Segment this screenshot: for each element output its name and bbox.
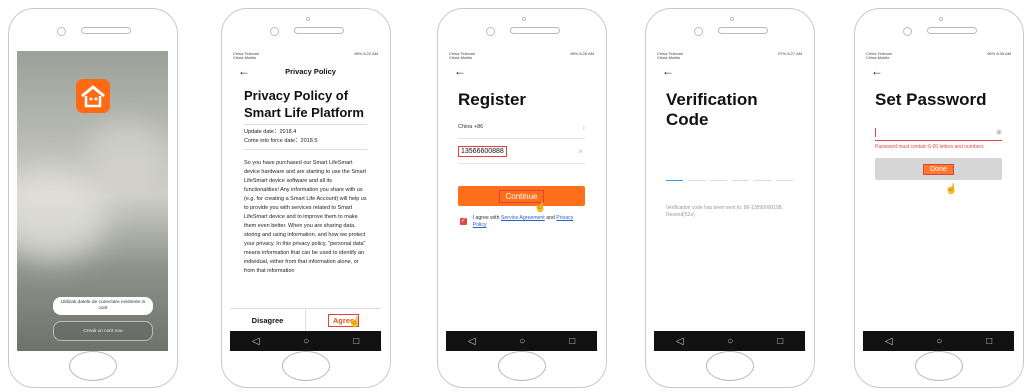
app-logo-icon: [76, 79, 110, 113]
phone-frame-3: China Telecom China Mobile 98% 8:26 AM ← …: [437, 8, 607, 388]
nav-bar: ◁ ○ □: [230, 331, 381, 351]
camera: [486, 27, 495, 36]
screen-verification: China Telecom China Mobile 97% 8:27 AM ← …: [654, 51, 805, 351]
nav-home-icon[interactable]: ○: [727, 336, 733, 347]
nav-recent-icon[interactable]: □: [777, 336, 783, 347]
password-error: Password must contain 6-20 letters and n…: [875, 144, 984, 150]
policy-title: Privacy Policy of Smart Life Platform: [244, 88, 364, 120]
agree-button[interactable]: Agree: [306, 309, 381, 331]
camera: [694, 27, 703, 36]
phone-frame-1: Utilizati datele de conectare existente …: [8, 8, 178, 388]
nav-home-icon[interactable]: ○: [303, 336, 309, 347]
status-bar: China Telecom China Mobile 97% 8:27 AM: [657, 51, 802, 60]
screen-set-password: China Telecom China Mobile 96% 8:35 AM ← …: [863, 51, 1014, 351]
speaker: [718, 27, 768, 34]
page-title: Verification Code: [666, 90, 758, 129]
back-arrow-icon[interactable]: ←: [863, 62, 1014, 80]
camera: [903, 27, 912, 36]
nav-bar: ◁ ○ □: [446, 331, 597, 351]
service-agreement-link[interactable]: Service Agreement: [501, 215, 545, 221]
code-digit[interactable]: [754, 180, 771, 182]
country-select[interactable]: China +86 ›: [458, 116, 585, 139]
disagree-button[interactable]: Disagree: [230, 309, 306, 331]
create-account-button[interactable]: Creati un cont nou: [53, 321, 153, 341]
code-digit[interactable]: [776, 180, 793, 182]
phone-input[interactable]: 13566600888 ×: [458, 139, 585, 164]
clear-icon[interactable]: ×: [576, 146, 585, 157]
chevron-right-icon: ›: [582, 122, 585, 132]
nav-recent-icon[interactable]: □: [986, 336, 992, 347]
pointer-hand-icon: ☝: [945, 184, 958, 195]
back-arrow-icon[interactable]: ←: [230, 62, 258, 80]
speaker: [510, 27, 560, 34]
nav-recent-icon[interactable]: □: [569, 336, 575, 347]
nav-back-icon[interactable]: ◁: [885, 336, 893, 347]
eye-icon[interactable]: ◉: [996, 128, 1002, 136]
nav-recent-icon[interactable]: □: [353, 336, 359, 347]
verification-info: Verification code has been sent to: 86-1…: [666, 205, 784, 219]
screen-privacy: China Telecom China Mobile 98% 8:22 AM ← …: [230, 51, 381, 351]
speaker: [927, 27, 977, 34]
back-arrow-icon[interactable]: ←: [446, 62, 597, 80]
phone-frame-2: China Telecom China Mobile 98% 8:22 AM ← …: [221, 8, 391, 388]
code-digit[interactable]: [732, 180, 749, 182]
nav-home-icon[interactable]: ○: [519, 336, 525, 347]
screen-register: China Telecom China Mobile 98% 8:26 AM ← …: [446, 51, 597, 351]
home-button[interactable]: [69, 351, 117, 381]
header-title: Privacy Policy: [285, 66, 336, 76]
pointer-hand-icon: ☝: [348, 317, 361, 328]
code-digit[interactable]: [666, 180, 683, 182]
login-existing-button[interactable]: Utilizati datele de conectare existente …: [53, 297, 153, 315]
page-title: Register: [458, 90, 527, 109]
home-button[interactable]: [706, 351, 754, 381]
phone-frame-4: China Telecom China Mobile 97% 8:27 AM ← …: [645, 8, 815, 388]
speaker: [294, 27, 344, 34]
pointer-hand-icon: ☝: [534, 202, 547, 213]
camera: [270, 27, 279, 36]
nav-bar: ◁ ○ □: [654, 331, 805, 351]
nav-back-icon[interactable]: ◁: [252, 336, 260, 347]
phone-frame-5: China Telecom China Mobile 96% 8:35 AM ← …: [854, 8, 1024, 388]
camera: [57, 27, 66, 36]
status-bar: China Telecom China Mobile 98% 8:26 AM: [449, 51, 594, 60]
nav-home-icon[interactable]: ○: [936, 336, 942, 347]
speaker: [81, 27, 131, 34]
done-button[interactable]: Done: [875, 158, 1002, 180]
nav-bar: ◁ ○ □: [863, 331, 1014, 351]
password-input[interactable]: ◉: [875, 124, 1002, 141]
force-date: Come into force date：2018.5: [244, 138, 318, 144]
update-date: Update date：2018.4: [244, 129, 297, 135]
nav-back-icon[interactable]: ◁: [676, 336, 684, 347]
home-button[interactable]: [498, 351, 546, 381]
home-button[interactable]: [282, 351, 330, 381]
screen-welcome: Utilizati datele de conectare existente …: [17, 51, 168, 351]
page-title: Set Password: [875, 90, 987, 109]
code-digit[interactable]: [710, 180, 727, 182]
agree-checkbox[interactable]: ✓: [460, 218, 467, 225]
back-arrow-icon[interactable]: ←: [654, 62, 805, 80]
home-button[interactable]: [915, 351, 963, 381]
agreement-text: I agree with Service Agreement and Priva…: [472, 215, 574, 228]
nav-back-icon[interactable]: ◁: [468, 336, 476, 347]
status-bar: China Telecom China Mobile 98% 8:22 AM: [233, 51, 378, 60]
policy-body: So you have purchased our Smart LifeSmar…: [244, 160, 367, 274]
code-digit[interactable]: [688, 180, 705, 182]
status-bar: China Telecom China Mobile 96% 8:35 AM: [866, 51, 1011, 60]
continue-button[interactable]: Continue: [458, 186, 585, 206]
